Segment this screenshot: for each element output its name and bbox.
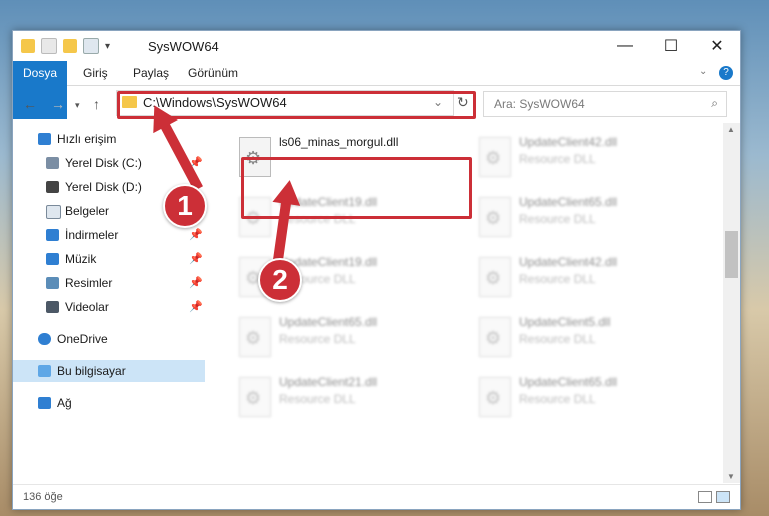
- new-folder-icon[interactable]: [63, 39, 77, 53]
- quick-access-toolbar: ▾: [21, 38, 110, 54]
- dll-file-icon: [479, 377, 511, 417]
- status-bar: 136 öğe: [13, 484, 740, 509]
- pin-icon[interactable]: 📌: [189, 248, 203, 270]
- dll-file-icon: [479, 197, 511, 237]
- recent-dropdown-icon[interactable]: ▾: [75, 100, 80, 111]
- up-icon[interactable]: ↑: [93, 96, 100, 112]
- scroll-down-icon[interactable]: ▼: [727, 472, 735, 481]
- annotation-badge-2: 2: [258, 258, 302, 302]
- sidebar-item-network[interactable]: Ağ: [13, 392, 205, 414]
- item-count: 136 öğe: [23, 491, 63, 503]
- drive-icon: [46, 157, 59, 169]
- file-item[interactable]: UpdateClient65.dll Resource DLL: [231, 307, 461, 365]
- file-item[interactable]: UpdateClient5.dll Resource DLL: [471, 307, 701, 365]
- file-item[interactable]: UpdateClient42.dll Resource DLL: [471, 247, 701, 305]
- forward-icon[interactable]: →: [51, 96, 65, 112]
- cloud-icon: [38, 333, 51, 345]
- sidebar-item-music[interactable]: Müzik 📌: [13, 248, 205, 270]
- maximize-button[interactable]: ☐: [648, 31, 694, 61]
- window-title: SysWOW64: [148, 39, 219, 54]
- scroll-up-icon[interactable]: ▲: [727, 125, 735, 134]
- folder-icon[interactable]: [21, 39, 35, 53]
- dll-file-icon: [479, 257, 511, 297]
- computer-icon: [38, 365, 51, 377]
- tab-view[interactable]: Görünüm: [178, 61, 248, 85]
- dll-file-icon: [479, 137, 511, 177]
- sidebar-item-onedrive[interactable]: OneDrive: [13, 328, 205, 350]
- file-name: ls06_minas_morgul.dll: [279, 135, 399, 149]
- image-icon: [46, 277, 59, 289]
- file-explorer-window: ▾ SysWOW64 — ☐ ✕ Dosya Giriş Paylaş Görü…: [12, 30, 741, 510]
- network-icon: [38, 397, 51, 409]
- vertical-scrollbar[interactable]: ▲ ▼: [723, 123, 740, 483]
- dll-file-icon: [239, 377, 271, 417]
- dll-file-icon: [479, 317, 511, 357]
- pin-icon[interactable]: 📌: [189, 296, 203, 318]
- back-icon[interactable]: ←: [23, 96, 37, 112]
- video-icon: [46, 301, 59, 313]
- navigation-pane: Hızlı erişim Yerel Disk (C:) 📌 Yerel Dis…: [13, 126, 205, 476]
- help-icon[interactable]: ?: [719, 66, 733, 80]
- star-icon: [38, 133, 51, 145]
- expand-ribbon-icon[interactable]: ⌄: [699, 66, 707, 77]
- search-box[interactable]: Ara: SysWOW64 ⌕: [483, 91, 727, 117]
- sidebar-item-videos[interactable]: Videolar 📌: [13, 296, 205, 318]
- sidebar-item-downloads[interactable]: İndirmeler 📌: [13, 224, 205, 246]
- search-icon: ⌕: [711, 96, 718, 110]
- annotation-badge-1: 1: [163, 184, 207, 228]
- tab-home[interactable]: Giriş: [73, 61, 118, 85]
- properties-icon[interactable]: [41, 38, 57, 54]
- download-icon: [46, 229, 59, 241]
- large-icons-view-icon[interactable]: [716, 491, 730, 503]
- drive-icon: [46, 181, 59, 193]
- search-placeholder: Ara: SysWOW64: [494, 97, 585, 111]
- annotation-arrowhead-2: [272, 178, 304, 206]
- scroll-thumb[interactable]: [725, 231, 738, 278]
- view-icon[interactable]: [83, 38, 99, 54]
- tab-share[interactable]: Paylaş: [123, 61, 179, 85]
- ribbon-tabs: Dosya Giriş Paylaş Görünüm ⌄ ?: [13, 61, 740, 119]
- file-item[interactable]: UpdateClient65.dll Resource DLL: [471, 367, 701, 425]
- file-item[interactable]: UpdateClient21.dll Resource DLL: [231, 367, 461, 425]
- title-bar: ▾ SysWOW64 — ☐ ✕: [13, 31, 740, 61]
- pin-icon[interactable]: 📌: [189, 224, 203, 246]
- file-item[interactable]: UpdateClient65.dll Resource DLL: [471, 187, 701, 245]
- sidebar-item-pictures[interactable]: Resimler 📌: [13, 272, 205, 294]
- close-button[interactable]: ✕: [694, 31, 740, 61]
- music-icon: [46, 253, 59, 265]
- dll-file-icon: [239, 317, 271, 357]
- minimize-button[interactable]: —: [602, 31, 648, 61]
- sidebar-item-this-pc[interactable]: Bu bilgisayar: [13, 360, 205, 382]
- document-icon: [46, 205, 61, 219]
- pin-icon[interactable]: 📌: [189, 272, 203, 294]
- chevron-down-icon[interactable]: ▾: [105, 41, 110, 52]
- file-item[interactable]: UpdateClient42.dll Resource DLL: [471, 127, 701, 185]
- details-view-icon[interactable]: [698, 491, 712, 503]
